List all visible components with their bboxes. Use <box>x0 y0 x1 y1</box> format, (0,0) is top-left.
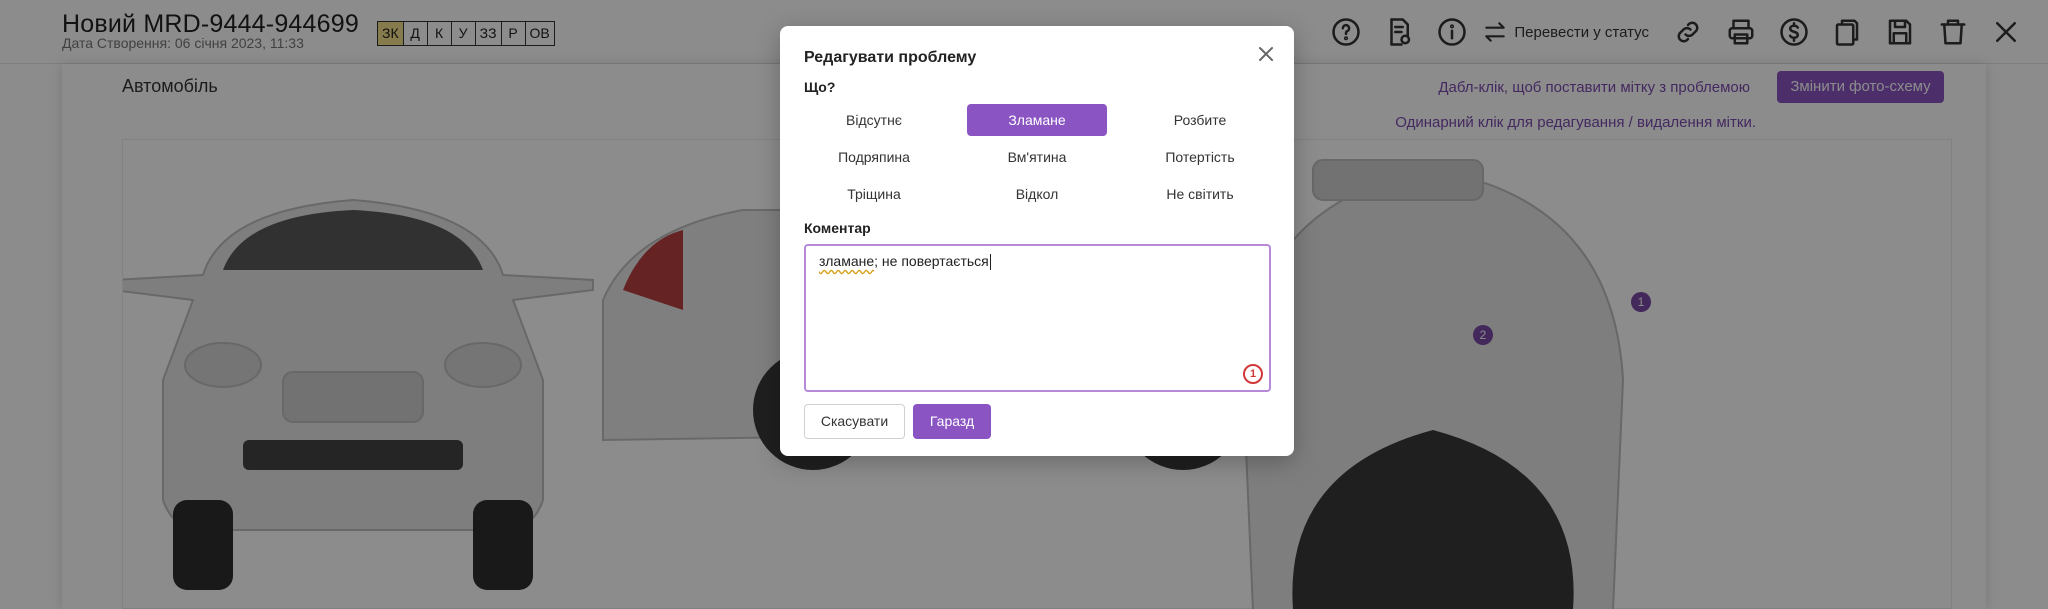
option-broken[interactable]: Зламане <box>967 104 1107 136</box>
comment-textarea[interactable]: зламане; не повертається 1 <box>804 244 1271 392</box>
option-missing[interactable]: Відсутнє <box>804 104 944 136</box>
option-chip[interactable]: Відкол <box>967 178 1107 210</box>
what-label: Що? <box>804 79 836 95</box>
comment-label: Коментар <box>804 220 871 236</box>
option-dent[interactable]: Вм'ятина <box>967 141 1107 173</box>
dialog-title: Редагувати проблему <box>804 49 977 66</box>
dialog-close-icon[interactable] <box>1256 44 1276 64</box>
option-scratch[interactable]: Подряпина <box>804 141 944 173</box>
cancel-button[interactable]: Скасувати <box>804 404 905 439</box>
ok-button[interactable]: Гаразд <box>913 404 991 439</box>
option-smashed[interactable]: Розбите <box>1130 104 1270 136</box>
comment-text: ; не повертається <box>874 253 989 269</box>
option-crack[interactable]: Тріщина <box>804 178 944 210</box>
grammar-check-badge[interactable]: 1 <box>1243 364 1263 384</box>
edit-problem-dialog: Редагувати проблему Що? Відсутнє Зламане… <box>780 26 1294 456</box>
comment-flagged-word: зламане <box>819 253 875 269</box>
option-wear[interactable]: Потертість <box>1130 141 1270 173</box>
option-not-lit[interactable]: Не світить <box>1130 178 1270 210</box>
text-caret <box>989 254 991 271</box>
